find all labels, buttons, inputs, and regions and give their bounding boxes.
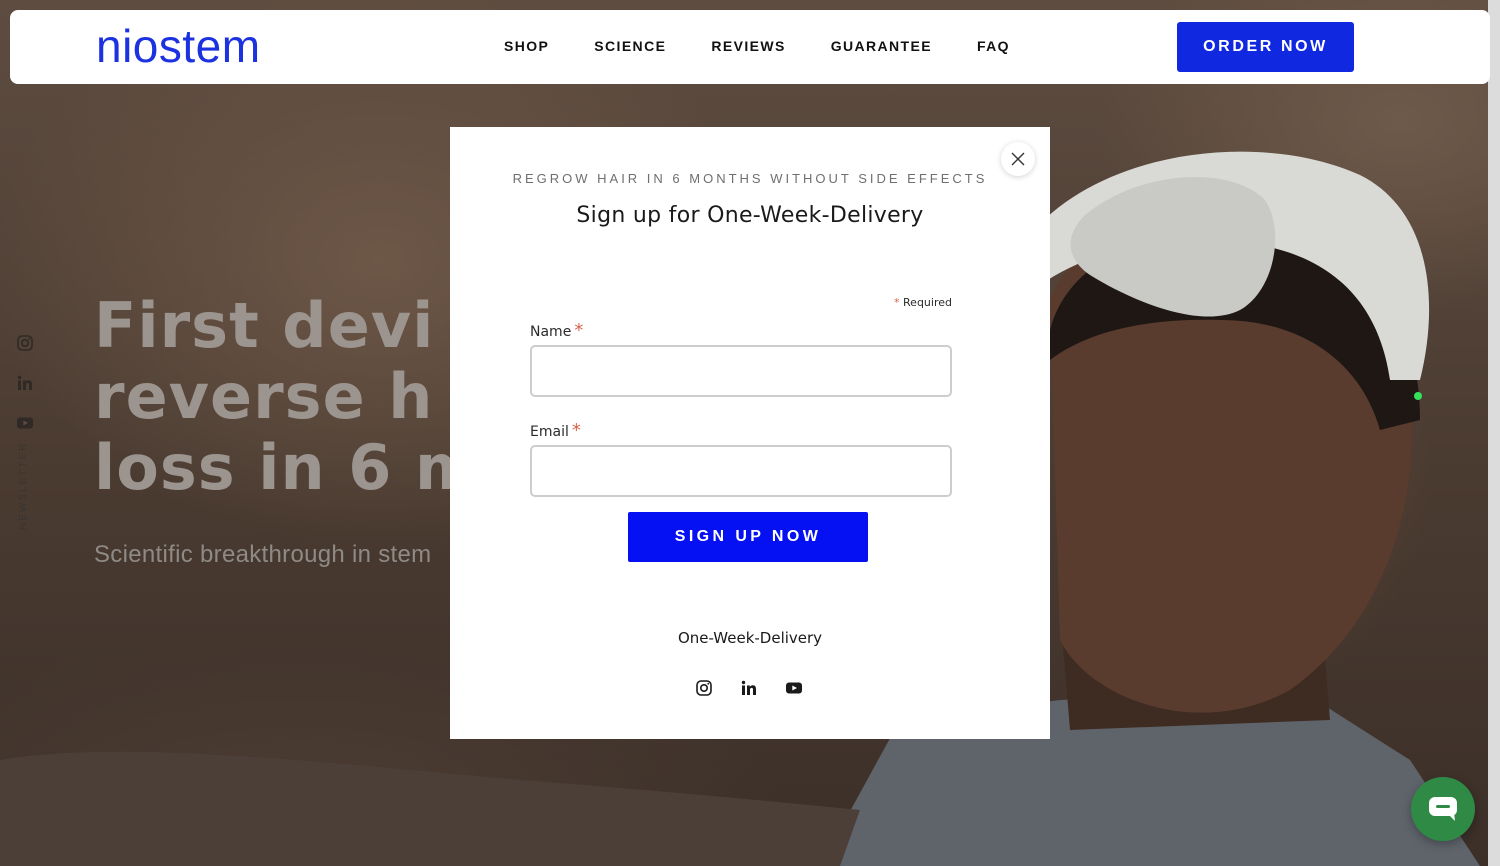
instagram-icon[interactable] <box>16 334 34 352</box>
hero-subtitle: Scientific breakthrough in stem <box>94 541 432 568</box>
close-icon <box>1011 152 1025 166</box>
chat-bubble-icon <box>1429 797 1457 821</box>
linkedin-icon[interactable] <box>16 374 34 392</box>
hero-headline-line: loss in 6 m <box>94 431 454 503</box>
required-asterisk: * <box>894 296 900 309</box>
modal-title: Sign up for One-Week-Delivery <box>576 203 924 228</box>
youtube-icon[interactable] <box>785 679 803 697</box>
required-text: Required <box>903 296 952 309</box>
niostem-logo[interactable]: niostem <box>96 23 261 69</box>
hero-headline-line: First devi <box>94 290 435 362</box>
social-rail: NEWSLETTER <box>16 334 34 530</box>
modal-footer-text: One-Week-Delivery <box>677 629 823 647</box>
required-note: * Required <box>886 296 952 309</box>
email-field[interactable] <box>530 445 952 497</box>
newsletter-label[interactable]: NEWSLETTER <box>18 442 29 530</box>
main-nav: SHOP SCIENCE REVIEWS GUARANTEE FAQ <box>504 38 1055 54</box>
email-label: Email * <box>530 420 581 441</box>
sign-up-button[interactable]: SIGN UP NOW <box>628 512 868 562</box>
site-header: niostem SHOP SCIENCE REVIEWS GUARANTEE F… <box>10 10 1490 84</box>
linkedin-icon[interactable] <box>740 679 758 697</box>
nav-faq[interactable]: FAQ <box>977 38 1010 54</box>
nav-shop[interactable]: SHOP <box>504 38 549 54</box>
signup-modal: REGROW HAIR IN 6 MONTHS WITHOUT SIDE EFF… <box>450 127 1050 739</box>
scrollbar[interactable] <box>1488 0 1500 866</box>
email-label-text: Email <box>530 424 569 440</box>
modal-eyebrow: REGROW HAIR IN 6 MONTHS WITHOUT SIDE EFF… <box>512 171 988 186</box>
nav-guarantee[interactable]: GUARANTEE <box>831 38 932 54</box>
name-field[interactable] <box>530 345 952 397</box>
required-asterisk: * <box>571 420 581 441</box>
nav-science[interactable]: SCIENCE <box>594 38 666 54</box>
hero-headline: First devi reverse h loss in 6 m <box>94 290 454 503</box>
name-label: Name * <box>530 320 583 341</box>
order-now-button[interactable]: ORDER NOW <box>1177 22 1354 72</box>
chat-button[interactable] <box>1411 777 1475 841</box>
modal-social-links <box>695 679 803 697</box>
instagram-icon[interactable] <box>695 679 713 697</box>
required-asterisk: * <box>574 320 584 341</box>
nav-reviews[interactable]: REVIEWS <box>711 38 785 54</box>
youtube-icon[interactable] <box>16 414 34 432</box>
hero-headline-line: reverse h <box>94 360 434 433</box>
name-label-text: Name <box>530 324 572 340</box>
